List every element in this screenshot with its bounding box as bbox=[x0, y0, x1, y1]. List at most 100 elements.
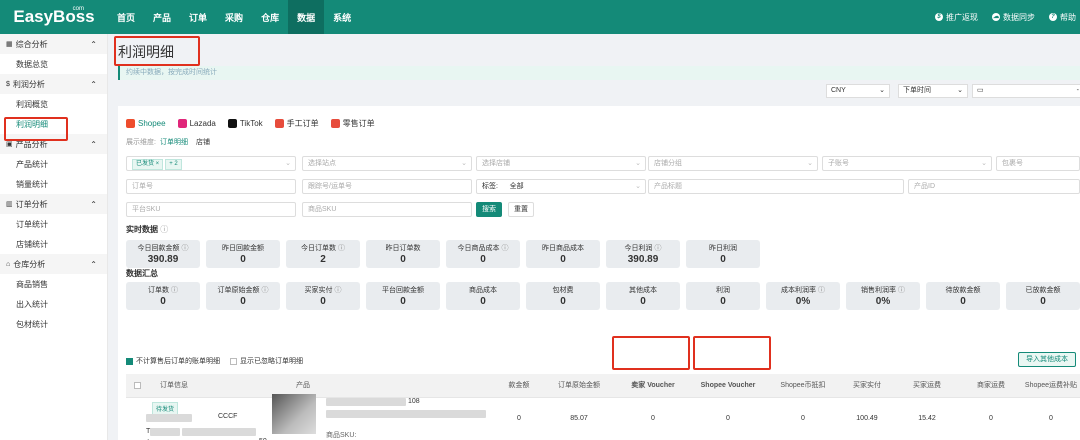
info-icon[interactable]: ⓘ bbox=[333, 287, 341, 294]
stat-card: 今日回款金额 ⓘ 390.89 bbox=[126, 240, 200, 268]
sidebar-group-label: 仓库分析 bbox=[13, 259, 46, 269]
checkbox-icon bbox=[134, 381, 141, 389]
sidebar-item[interactable]: 出入统计 bbox=[0, 294, 107, 314]
sidebar-item[interactable]: 数据总览 bbox=[0, 54, 107, 74]
stat-card: 订单原始金额 ⓘ 0 bbox=[206, 282, 280, 310]
product-title-input[interactable]: 产品标题 bbox=[648, 179, 904, 194]
info-icon[interactable]: ⓘ bbox=[260, 287, 268, 294]
sub-account-select[interactable]: 子账号 ⌄ bbox=[822, 156, 992, 171]
tracking-no-input[interactable]: 跟踪号/运单号 bbox=[302, 179, 472, 194]
table-row[interactable]: 待发货 CCCF T 包 50 108 商品SKU: 085.07000100.… bbox=[126, 394, 1080, 440]
table-header-cell[interactable]: 卖家 Voucher bbox=[622, 374, 684, 398]
nav-item[interactable]: 仓库 bbox=[252, 0, 288, 34]
redacted-text bbox=[150, 428, 180, 436]
select-all-checkbox[interactable] bbox=[132, 374, 146, 398]
sidebar-group-label-wrap: ▦ 综合分析 bbox=[6, 39, 48, 50]
info-icon[interactable]: ⓘ bbox=[169, 287, 178, 294]
shop-select[interactable]: 选择店铺 ⌄ bbox=[476, 156, 646, 171]
chevron-down-icon: ⌄ bbox=[285, 160, 291, 167]
date-range-picker[interactable]: ▭ - bbox=[972, 84, 1080, 98]
import-other-cost-button[interactable]: 导入其他成本 bbox=[1018, 352, 1076, 367]
sidebar-item[interactable]: 订单统计 bbox=[0, 214, 107, 234]
stat-card: 销售利润率 ⓘ 0% bbox=[846, 282, 920, 310]
info-icon[interactable]: ⓘ bbox=[336, 245, 345, 252]
info-icon[interactable]: ⓘ bbox=[180, 245, 188, 252]
platform-tab-tiktok[interactable]: TikTok bbox=[227, 118, 263, 129]
dimension-shop[interactable]: 店铺 bbox=[196, 139, 210, 146]
order-no-input[interactable]: 订单号 bbox=[126, 179, 296, 194]
site-select[interactable]: 选择站点 ⌄ bbox=[302, 156, 472, 171]
product-fragment: 108 bbox=[408, 398, 420, 405]
promo-link[interactable]: $ 推广返现 bbox=[935, 12, 978, 23]
table-header-cell[interactable]: 买家实付 bbox=[842, 374, 892, 398]
info-icon[interactable]: ⓘ bbox=[896, 287, 905, 294]
table-header-cell[interactable]: Shopee Voucher bbox=[696, 374, 760, 398]
platform-tab-shopee[interactable]: Shopee bbox=[126, 118, 166, 129]
platform-tab-lazada[interactable]: Lazada bbox=[177, 118, 216, 129]
data-sync-link[interactable]: ☁ 数据同步 bbox=[992, 12, 1035, 23]
stat-label: 利润 bbox=[716, 287, 730, 294]
tag-select[interactable]: 标签: 全部 ⌄ bbox=[476, 179, 646, 194]
exclude-after-sale-checkbox[interactable]: 不计算售后订单的账单明细 bbox=[126, 356, 220, 366]
sidebar-group[interactable]: ▥ 订单分析 ⌃ bbox=[0, 194, 107, 214]
nav-item[interactable]: 数据 bbox=[288, 0, 325, 34]
sidebar-group[interactable]: $ 利润分析 ⌃ bbox=[0, 74, 107, 94]
sidebar-item[interactable]: 产品统计 bbox=[0, 154, 107, 174]
table-cell: 0 bbox=[989, 415, 993, 422]
product-id-input[interactable]: 产品ID bbox=[908, 179, 1080, 194]
sidebar-group-label: 订单分析 bbox=[15, 199, 48, 209]
product-thumbnail[interactable] bbox=[272, 394, 316, 434]
package-no-input[interactable]: 包裹号 bbox=[996, 156, 1080, 171]
sidebar-group-label-wrap: ⌂ 仓库分析 bbox=[6, 259, 45, 270]
retail-order-icon bbox=[330, 119, 340, 128]
nav-item[interactable]: 订单 bbox=[180, 0, 216, 34]
reset-button[interactable]: 重置 bbox=[508, 202, 534, 217]
nav-item[interactable]: 采购 bbox=[216, 0, 252, 34]
stat-card: 待放款金额 0 bbox=[926, 282, 1000, 310]
order-icon: ▥ bbox=[6, 201, 13, 208]
stat-value: 0 bbox=[560, 296, 566, 307]
table-header-cell[interactable]: 商家运费 bbox=[966, 374, 1016, 398]
stat-label: 今日商品成本 ⓘ bbox=[457, 245, 509, 252]
stat-label: 其他成本 bbox=[629, 287, 657, 294]
sidebar-group-label-wrap: ▥ 订单分析 bbox=[6, 199, 48, 210]
info-icon[interactable]: ⓘ bbox=[816, 287, 825, 294]
sku-label: 商品SKU: bbox=[326, 432, 357, 439]
help-link[interactable]: ? 帮助 bbox=[1049, 12, 1076, 23]
sidebar-item[interactable]: 包材统计 bbox=[0, 314, 107, 334]
nav-item[interactable]: 产品 bbox=[144, 0, 180, 34]
nav-item[interactable]: 系统 bbox=[324, 0, 360, 34]
dimension-order-detail[interactable]: 订单明细 bbox=[160, 139, 188, 146]
table-header-cell[interactable]: 订单原始金额 bbox=[550, 374, 608, 398]
time-type-select[interactable]: 下单时间 ⌄ bbox=[898, 84, 968, 98]
goods-sku-input[interactable]: 商品SKU bbox=[302, 202, 472, 217]
shop-group-select[interactable]: 店铺分组 ⌄ bbox=[648, 156, 818, 171]
sidebar-item[interactable]: 商品销售 bbox=[0, 274, 107, 294]
platform-tab-manual[interactable]: 手工订单 bbox=[274, 118, 319, 129]
table-header-cell[interactable]: Shopee币抵扣 bbox=[778, 374, 828, 398]
sidebar-group[interactable]: ▦ 综合分析 ⌃ bbox=[0, 34, 107, 54]
search-button[interactable]: 搜索 bbox=[476, 202, 502, 217]
sidebar-item[interactable]: 利润概览 bbox=[0, 94, 107, 114]
show-ignored-checkbox[interactable]: 显示已忽略订单明细 bbox=[230, 356, 303, 366]
table-header-cell[interactable]: 订单信息 bbox=[160, 374, 220, 398]
info-icon[interactable]: ⓘ bbox=[500, 245, 508, 252]
table-header-cell[interactable]: Shopee运费补贴 bbox=[1020, 374, 1080, 398]
platform-sku-input[interactable]: 平台SKU bbox=[126, 202, 296, 217]
platform-tab-retail[interactable]: 零售订单 bbox=[330, 118, 375, 129]
sidebar-item[interactable]: 销量统计 bbox=[0, 174, 107, 194]
sidebar-item[interactable]: 店铺统计 bbox=[0, 234, 107, 254]
nav-item[interactable]: 首页 bbox=[108, 0, 144, 34]
table-header-cell[interactable]: 买家运费 bbox=[902, 374, 952, 398]
currency-select[interactable]: CNY ⌄ bbox=[826, 84, 890, 98]
sidebar-group[interactable]: ⌂ 仓库分析 ⌃ bbox=[0, 254, 107, 274]
info-icon[interactable]: ⓘ bbox=[653, 245, 661, 252]
order-no-fragment: CCCF bbox=[218, 413, 238, 420]
redacted-text bbox=[182, 428, 256, 436]
status-tag[interactable]: 已发货 × bbox=[132, 159, 164, 170]
table-header-cell[interactable]: 款金额 bbox=[506, 374, 532, 398]
stat-label: 昨日商品成本 bbox=[542, 245, 584, 252]
app-logo[interactable]: EasyBoss com bbox=[0, 0, 108, 34]
stat-value: 0 bbox=[400, 254, 406, 265]
status-filter[interactable]: 已发货 × + 2 ⌄ bbox=[126, 156, 296, 171]
